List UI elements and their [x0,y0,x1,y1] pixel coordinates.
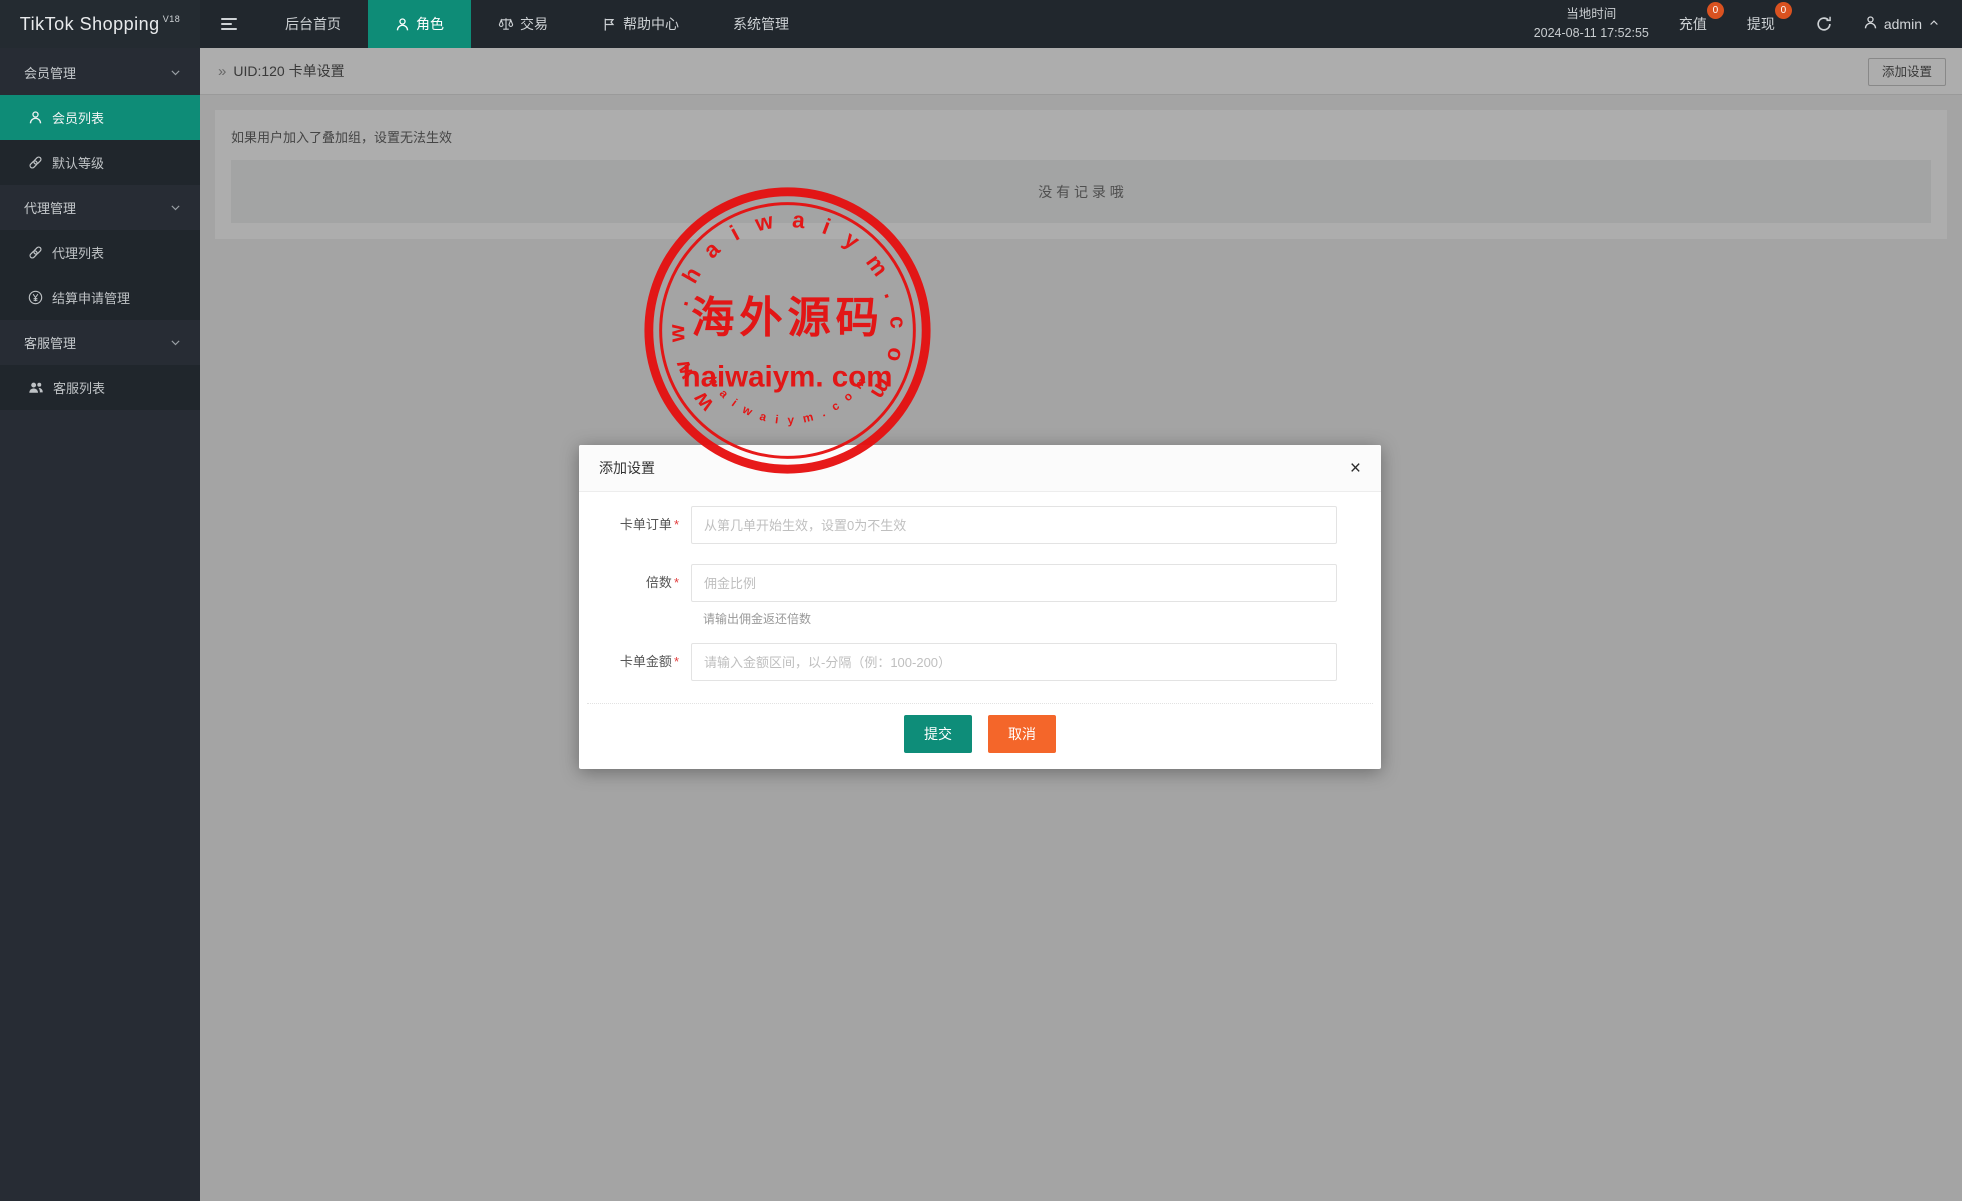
user-icon [1863,15,1878,33]
yen-circle-icon [28,290,43,305]
sidebar-item-label: 客服列表 [53,378,105,397]
form-row-card-amount: 卡单金额* [579,643,1337,681]
chevron-up-icon [1928,16,1940,32]
multiplier-help-text: 请输出佣金返还倍数 [703,610,1337,627]
sidebar-section-members[interactable]: 会员管理 [0,50,200,95]
chevron-down-icon [169,336,182,349]
nav-item-trade[interactable]: 交易 [471,0,575,48]
sidebar-item-settlement[interactable]: 结算申请管理 [0,275,200,320]
field-label: 倍数* [579,564,691,602]
top-navbar: TikTok Shopping V18 后台首页 角色 交易 [0,0,1962,48]
local-time-label: 当地时间 [1534,5,1649,24]
required-mark: * [674,654,679,669]
admin-page: TikTok Shopping V18 后台首页 角色 交易 [0,0,1962,1201]
withdraw-label: 提现 [1747,16,1775,32]
modal-body: 卡单订单* 倍数* 请输出佣金返还倍数 卡单金额* [579,492,1381,681]
form-row-multiplier: 倍数* [579,564,1337,602]
nav-item-roles[interactable]: 角色 [368,0,471,48]
sidebar: 会员管理 会员列表 默认等级 代理管理 代 [0,48,200,1201]
required-mark: * [674,575,679,590]
sidebar-section-label: 会员管理 [24,63,76,82]
sidebar-item-label: 默认等级 [52,153,104,172]
sidebar-item-member-list[interactable]: 会员列表 [0,95,200,140]
sidebar-item-agent-list[interactable]: 代理列表 [0,230,200,275]
recharge-button[interactable]: 充值 0 [1679,14,1707,34]
required-mark: * [674,517,679,532]
brand-logo[interactable]: TikTok Shopping V18 [0,0,200,48]
card-amount-input[interactable] [691,643,1337,681]
nav-item-system[interactable]: 系统管理 [706,0,816,48]
flag-icon [602,17,617,32]
users-icon [28,380,44,395]
sidebar-item-label: 会员列表 [52,108,104,127]
add-setting-modal: 添加设置 × 卡单订单* 倍数* 请输出佣金返还倍数 卡单金额* 提交 取消 [579,445,1381,769]
field-label: 卡单金额* [579,643,691,681]
sidebar-section-label: 客服管理 [24,333,76,352]
sidebar-item-default-level[interactable]: 默认等级 [0,140,200,185]
recharge-badge: 0 [1707,2,1724,19]
card-order-input[interactable] [691,506,1337,544]
sidebar-section-label: 代理管理 [24,198,76,217]
hamburger-icon[interactable] [200,0,258,48]
brand-version: V18 [163,14,181,24]
local-time: 当地时间 2024-08-11 17:52:55 [1534,5,1649,44]
person-icon [28,110,43,125]
withdraw-button[interactable]: 提现 0 [1747,14,1775,34]
withdraw-badge: 0 [1775,2,1792,19]
brand-name: TikTok Shopping [20,14,160,35]
sidebar-section-support[interactable]: 客服管理 [0,320,200,365]
chevron-down-icon [169,66,182,79]
multiplier-input[interactable] [691,564,1337,602]
nav-item-label: 交易 [520,14,548,34]
modal-header: 添加设置 × [579,445,1381,492]
nav-item-label: 角色 [416,14,444,34]
link-icon [28,155,43,170]
nav-item-help[interactable]: 帮助中心 [575,0,706,48]
sidebar-item-label: 代理列表 [52,243,104,262]
recharge-label: 充值 [1679,16,1707,32]
scales-icon [498,16,514,32]
username: admin [1884,16,1922,32]
nav-item-label: 后台首页 [285,14,341,34]
nav-item-home[interactable]: 后台首页 [258,0,368,48]
user-menu[interactable]: admin [1863,15,1940,33]
nav-item-label: 帮助中心 [623,14,679,34]
nav-item-label: 系统管理 [733,14,789,34]
navbar-right: 当地时间 2024-08-11 17:52:55 充值 0 提现 0 [1534,0,1962,48]
form-row-card-order: 卡单订单* [579,506,1337,544]
field-label: 卡单订单* [579,506,691,544]
refresh-icon[interactable] [1815,15,1833,33]
modal-title: 添加设置 [599,458,655,478]
close-icon[interactable]: × [1350,459,1361,478]
sidebar-item-label: 结算申请管理 [52,288,130,307]
submit-button[interactable]: 提交 [904,715,972,753]
local-time-value: 2024-08-11 17:52:55 [1534,24,1649,43]
person-icon [395,17,410,32]
sidebar-item-support-list[interactable]: 客服列表 [0,365,200,410]
modal-footer: 提交 取消 [579,704,1381,769]
cancel-button[interactable]: 取消 [988,715,1056,753]
link-icon [28,245,43,260]
sidebar-section-agents[interactable]: 代理管理 [0,185,200,230]
chevron-down-icon [169,201,182,214]
